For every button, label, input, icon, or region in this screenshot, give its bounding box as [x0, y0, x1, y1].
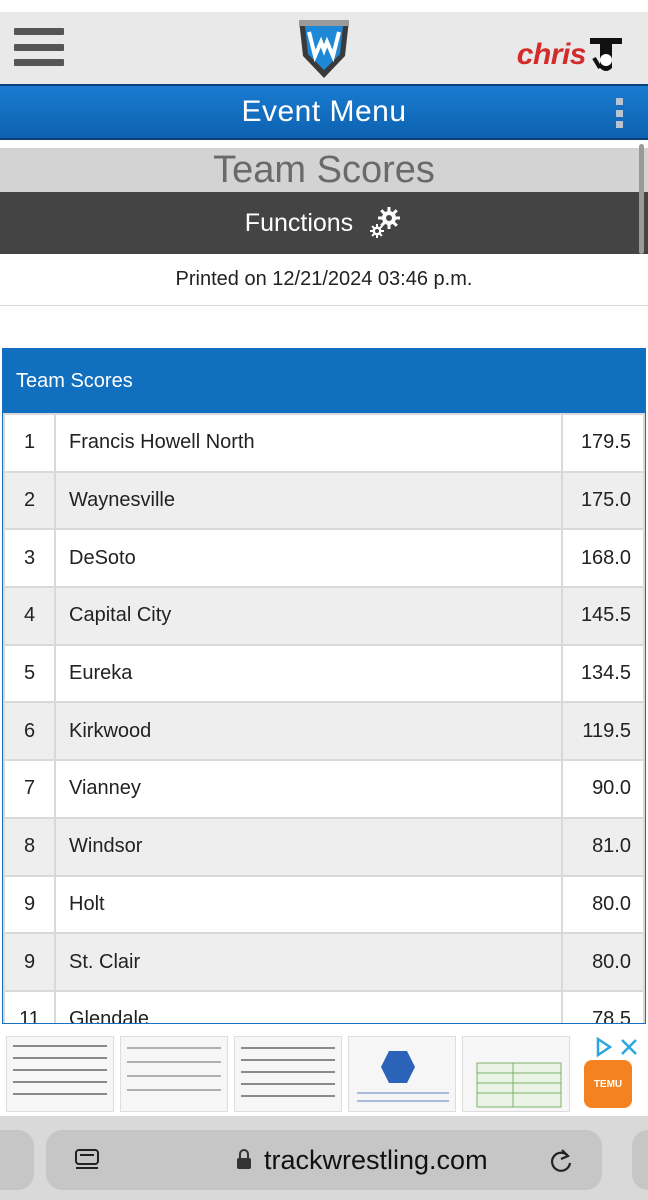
- points-cell: 78.5: [561, 989, 645, 1023]
- team-name-cell: Francis Howell North: [54, 413, 563, 473]
- functions-label: Functions: [244, 208, 354, 237]
- rank-cell: 4: [3, 586, 56, 646]
- team-name-cell: Vianney: [54, 759, 563, 819]
- team-name-cell: Kirkwood: [54, 701, 563, 762]
- points-cell: 145.5: [561, 586, 645, 646]
- rank-cell: 5: [3, 643, 56, 704]
- points-cell: 134.5: [561, 643, 645, 704]
- tab-switcher-right[interactable]: [632, 1130, 648, 1190]
- ad-thumbnail[interactable]: [462, 1036, 570, 1112]
- panel-title: Team Scores: [3, 349, 645, 413]
- event-menu-bar[interactable]: Event Menu: [0, 84, 648, 140]
- points-cell: 90.0: [561, 759, 645, 819]
- url-field[interactable]: trackwrestling.com: [46, 1130, 602, 1190]
- brand-text: chris: [516, 38, 587, 71]
- scrollbar[interactable]: [639, 144, 644, 254]
- spacer: [0, 140, 648, 148]
- functions-button[interactable]: Functions: [0, 192, 648, 254]
- event-menu-title: Event Menu: [241, 95, 407, 128]
- points-cell: 168.0: [561, 528, 645, 589]
- site-header: chris: [0, 12, 648, 84]
- team-name-cell: DeSoto: [54, 528, 563, 589]
- reload-icon[interactable]: [548, 1146, 574, 1174]
- table-row[interactable]: 9 Holt 80.0: [3, 874, 645, 935]
- ad-banner[interactable]: TEMU: [0, 1032, 648, 1116]
- rank-cell: 1: [3, 413, 56, 473]
- points-cell: 80.0: [561, 874, 645, 935]
- ad-thumbnail[interactable]: [6, 1036, 114, 1112]
- table-row[interactable]: 8 Windsor 81.0: [3, 816, 645, 877]
- trackwrestling-logo[interactable]: [295, 16, 353, 80]
- ad-thumbnail[interactable]: [234, 1036, 342, 1112]
- gears-icon: [370, 207, 401, 238]
- ad-choices-icon[interactable]: [594, 1036, 640, 1058]
- brand-mark-icon: [590, 38, 622, 71]
- rank-cell: 8: [3, 816, 56, 877]
- ad-thumbnail[interactable]: [348, 1036, 456, 1112]
- table-row[interactable]: 7 Vianney 90.0: [3, 759, 645, 819]
- table-row[interactable]: 2 Waynesville 175.0: [3, 470, 645, 531]
- scores-table-viewport: 1 Francis Howell North 179.5 2 Waynesville 17…: [3, 413, 645, 1023]
- ad-thumbnail[interactable]: [120, 1036, 228, 1112]
- table-row[interactable]: 3 DeSoto 168.0: [3, 528, 645, 589]
- tab-switcher-left[interactable]: [0, 1130, 34, 1190]
- scores-table: 1 Francis Howell North 179.5 2 Waynesville 17…: [3, 413, 645, 1023]
- table-row[interactable]: 6 Kirkwood 119.5: [3, 701, 645, 762]
- brand-logo[interactable]: chris: [517, 22, 624, 76]
- kebab-menu-icon[interactable]: [616, 98, 624, 128]
- team-name-cell: Windsor: [54, 816, 563, 877]
- rank-cell: 3: [3, 528, 56, 589]
- team-name-cell: Waynesville: [54, 470, 563, 531]
- team-name-cell: Glendale: [54, 989, 563, 1023]
- lock-icon: [237, 1149, 251, 1169]
- rank-cell: 9: [3, 874, 56, 935]
- team-scores-panel: Team Scores 1 Francis Howell North 179.5 2 W…: [2, 348, 646, 1024]
- page-title: Team Scores: [213, 148, 435, 191]
- table-row[interactable]: 1 Francis Howell North 179.5: [3, 413, 645, 473]
- url-text: trackwrestling.com: [264, 1144, 488, 1175]
- team-name-cell: St. Clair: [54, 932, 563, 992]
- points-cell: 81.0: [561, 816, 645, 877]
- table-row[interactable]: 5 Eureka 134.5: [3, 643, 645, 704]
- status-strip: [0, 0, 648, 12]
- reader-icon[interactable]: [74, 1148, 100, 1172]
- rank-cell: 7: [3, 759, 56, 819]
- temu-badge[interactable]: TEMU: [584, 1060, 632, 1108]
- rank-cell: 9: [3, 932, 56, 992]
- team-name-cell: Eureka: [54, 643, 563, 704]
- points-cell: 119.5: [561, 701, 645, 762]
- table-row[interactable]: 9 St. Clair 80.0: [3, 932, 645, 992]
- page-title-bar: Team Scores: [0, 144, 648, 254]
- rank-cell: 6: [3, 701, 56, 762]
- table-row[interactable]: 4 Capital City 145.5: [3, 586, 645, 646]
- team-name-cell: Holt: [54, 874, 563, 935]
- table-thumbnail-icon: [476, 1062, 562, 1108]
- hexagon-diagram-icon: [357, 1051, 449, 1102]
- points-cell: 80.0: [561, 932, 645, 992]
- hamburger-menu-icon[interactable]: [14, 28, 64, 66]
- browser-address-bar: trackwrestling.com: [0, 1116, 648, 1200]
- printed-on-text: Printed on 12/21/2024 03:46 p.m.: [0, 254, 648, 306]
- rank-cell: 11: [3, 989, 56, 1023]
- points-cell: 179.5: [561, 413, 645, 473]
- team-name-cell: Capital City: [54, 586, 563, 646]
- table-row[interactable]: 11 Glendale 78.5: [3, 989, 645, 1023]
- rank-cell: 2: [3, 470, 56, 531]
- points-cell: 175.0: [561, 470, 645, 531]
